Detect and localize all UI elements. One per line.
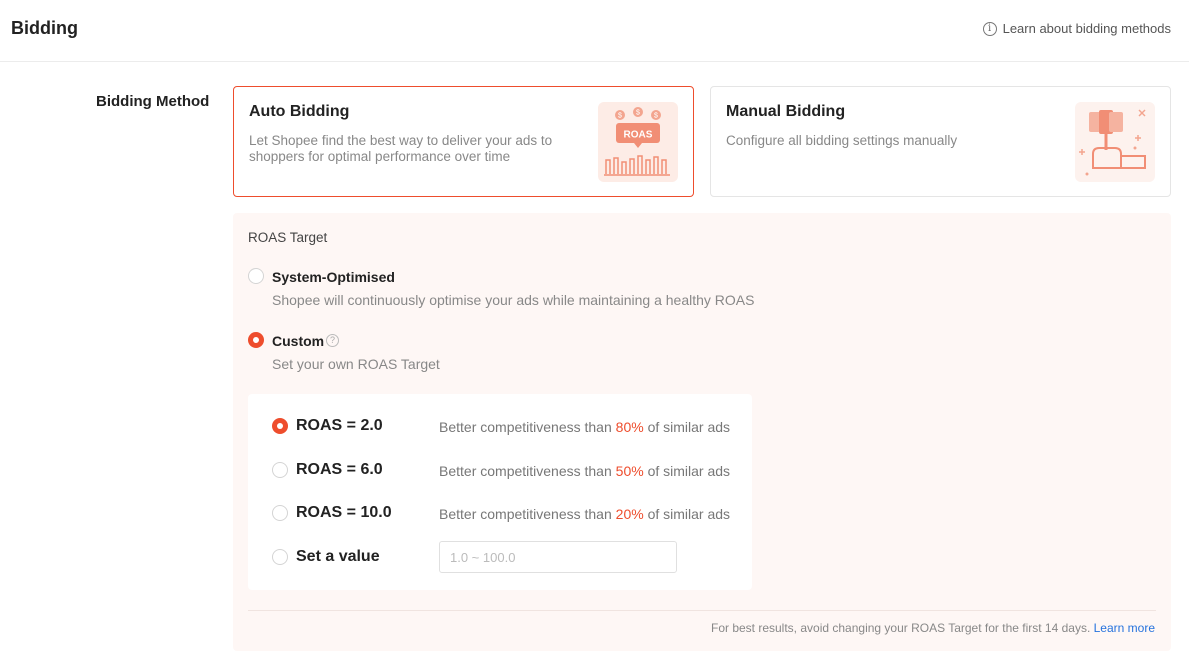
roas-value-input[interactable] (439, 541, 677, 573)
roas-target-label: ROAS Target (248, 230, 328, 245)
footer-note-text: For best results, avoid changing your RO… (710, 621, 1091, 635)
custom-radio[interactable] (248, 332, 264, 348)
bidding-method-label: Bidding Method (96, 93, 210, 110)
learn-more-link[interactable]: Learn more (1094, 621, 1155, 635)
system-optimised-description: Shopee will continuously optimise your a… (272, 292, 755, 308)
roas-target-panel: ROAS Target System-Optimised Shopee will… (233, 213, 1171, 651)
custom-description: Set your own ROAS Target (272, 356, 440, 372)
roas-choice-competitiveness: Better competitiveness than 50% of simil… (439, 463, 731, 479)
learn-bidding-link-label: Learn about bidding methods (1002, 21, 1171, 36)
auto-bidding-card[interactable]: Auto Bidding Let Shopee find the best wa… (233, 86, 694, 197)
roas-choices: ROAS = 2.0 Better competitiveness than 8… (248, 394, 752, 590)
gavel-illustration-icon (1075, 102, 1155, 182)
footer-note: For best results, avoid changing your RO… (711, 621, 1155, 635)
roas-choice-competitiveness: Better competitiveness than 80% of simil… (439, 419, 731, 435)
question-icon[interactable]: ? (326, 334, 339, 347)
roas-choice-competitiveness: Better competitiveness than 20% of simil… (439, 506, 731, 522)
manual-bidding-description: Configure all bidding settings manually (726, 133, 958, 148)
roas-choice-label: ROAS = 6.0 (296, 461, 383, 478)
info-icon: i (982, 21, 997, 36)
divider (248, 610, 1156, 611)
page-title: Bidding (11, 18, 78, 38)
set-value-label: Set a value (296, 548, 380, 565)
svg-text:$: $ (654, 113, 658, 120)
competitiveness-percent: 50% (615, 463, 644, 479)
custom-title: Custom (272, 333, 325, 349)
svg-text:$: $ (636, 110, 640, 117)
roas-badge-text: ROAS (624, 130, 653, 141)
roas-choice-label: ROAS = 10.0 (296, 504, 392, 521)
roas-choice-radio[interactable] (272, 418, 288, 434)
auto-bidding-description: Let Shopee find the best way to deliver … (249, 133, 553, 164)
auto-bidding-title: Auto Bidding (249, 103, 350, 120)
system-optimised-radio[interactable] (248, 268, 264, 284)
learn-bidding-link[interactable]: i Learn about bidding methods (982, 21, 1171, 36)
manual-bidding-title: Manual Bidding (726, 103, 846, 120)
system-optimised-title: System-Optimised (272, 269, 395, 285)
roas-illustration-icon: $ $ $ ROAS (598, 102, 678, 182)
roas-choice-radio[interactable] (272, 462, 288, 478)
page-header: Bidding i Learn about bidding methods (0, 0, 1189, 62)
svg-text:$: $ (618, 113, 622, 120)
competitiveness-percent: 20% (615, 506, 644, 522)
manual-bidding-card[interactable]: Manual Bidding Configure all bidding set… (710, 86, 1171, 197)
roas-choice-radio[interactable] (272, 505, 288, 521)
set-value-radio[interactable] (272, 549, 288, 565)
competitiveness-percent: 80% (615, 419, 644, 435)
roas-choice-label: ROAS = 2.0 (296, 417, 383, 434)
